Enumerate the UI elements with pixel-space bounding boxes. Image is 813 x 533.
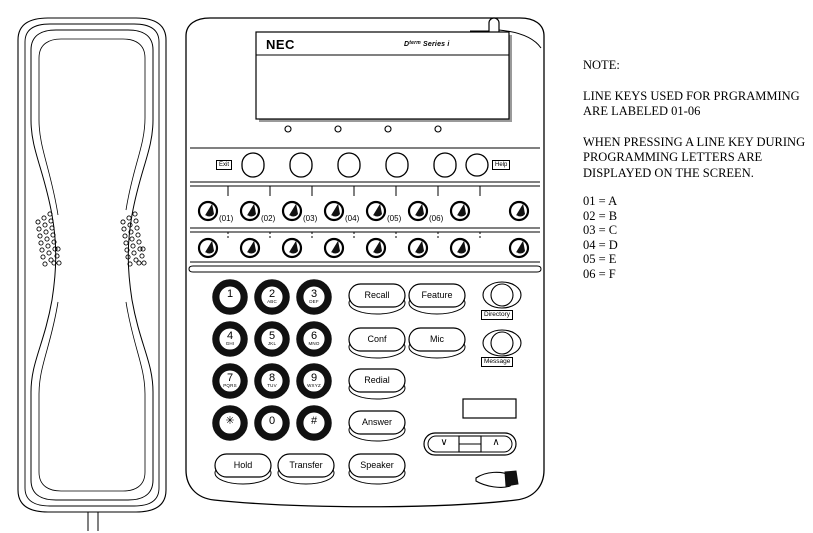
- key-label-recall[interactable]: Recall: [349, 291, 405, 300]
- key-label-transfer[interactable]: Transfer: [278, 461, 334, 470]
- dialpad-letters-3: DEF: [309, 299, 319, 304]
- key-label-speaker[interactable]: Speaker: [349, 461, 405, 470]
- dialpad-key-6[interactable]: 6 MNO: [303, 331, 325, 347]
- softkey-6: [465, 153, 489, 177]
- blank-label-strip: [462, 398, 517, 419]
- note-p1-line-1: LINE KEYS USED FOR PRGRAMMING: [583, 88, 800, 103]
- key-label-conf[interactable]: Conf: [349, 335, 405, 344]
- dialpad-letters-6: MNO: [308, 341, 320, 346]
- dialpad-key-hash[interactable]: #: [303, 416, 325, 427]
- help-key-tag[interactable]: Help: [492, 160, 511, 170]
- note-mapping-06: 06 = F: [583, 266, 616, 281]
- volume-up-icon[interactable]: ∧: [484, 438, 508, 448]
- dialpad-letters-4: GHI: [225, 341, 235, 346]
- dialpad-digit-hash: #: [310, 415, 318, 427]
- dialpad-digit-1: 1: [226, 288, 234, 300]
- dialpad-letters-8: TUV: [267, 383, 277, 388]
- note-mapping-01: 01 = A: [583, 194, 618, 208]
- key-label-answer[interactable]: Answer: [349, 418, 405, 427]
- note-mapping-04: 04 = D: [583, 237, 618, 252]
- dialpad-key-4[interactable]: 4 GHI: [219, 331, 241, 347]
- model-name-label: Dterm Series i: [404, 40, 450, 49]
- handset-receiver: [17, 17, 167, 531]
- line-key-label-04: (04): [345, 214, 360, 223]
- dialpad-key-8[interactable]: 8 TUV: [261, 373, 283, 389]
- line-key-label-01: (01): [219, 214, 234, 223]
- key-label-feature[interactable]: Feature: [409, 291, 465, 300]
- key-label-hold[interactable]: Hold: [215, 461, 271, 470]
- brand-nec-logo: NEC: [266, 37, 295, 52]
- softkey-5: [433, 152, 457, 178]
- note-mapping-03: 03 = C: [583, 223, 618, 237]
- model-suffix: Series i: [420, 41, 450, 48]
- dialpad-key-2[interactable]: 2 ABC: [261, 289, 283, 305]
- dialpad-letters-7: PQRS: [223, 383, 237, 388]
- dialpad-letters-2: ABC: [267, 299, 277, 304]
- note-p2-line-1: WHEN PRESSING A LINE KEY DURING: [583, 134, 806, 149]
- softkey-3: [337, 152, 361, 178]
- dialpad-key-1[interactable]: 1: [219, 289, 241, 300]
- note-p2-line-3: DISPLAYED ON THE SCREEN.: [583, 165, 754, 180]
- note-mapping-02: 02 = B: [583, 208, 618, 223]
- line-key-label-03: (03): [303, 214, 318, 223]
- volume-down-icon[interactable]: ∨: [432, 438, 456, 448]
- dialpad-key-5[interactable]: 5 JKL: [261, 331, 283, 347]
- note-p1-line-2: ARE LABELED 01-06: [583, 104, 701, 118]
- model-superscript: term: [409, 40, 421, 46]
- line-key-label-05: (05): [387, 214, 402, 223]
- softkey-4: [385, 152, 409, 178]
- dialpad-key-7[interactable]: 7 PQRS: [219, 373, 241, 389]
- softkey-1: [241, 152, 265, 178]
- key-label-mic[interactable]: Mic: [409, 335, 465, 344]
- dialpad-digit-0: 0: [268, 415, 276, 427]
- note-p2-line-2: PROGRAMMING LETTERS ARE: [583, 150, 763, 164]
- exit-key-tag[interactable]: Exit: [216, 160, 233, 170]
- note-mapping-05: 05 = E: [583, 252, 617, 266]
- note-panel: NOTE: LINE KEYS USED FOR PRGRAMMING ARE …: [583, 58, 808, 281]
- dialpad-key-star[interactable]: ✳: [219, 416, 241, 427]
- key-label-redial[interactable]: Redial: [349, 376, 405, 385]
- dialpad-key-3[interactable]: 3 DEF: [303, 289, 325, 305]
- dialpad-key-0[interactable]: 0: [261, 416, 283, 427]
- dialpad-key-9[interactable]: 9 WXYZ: [303, 373, 325, 389]
- directory-button-label[interactable]: Directory: [481, 310, 514, 321]
- dialpad-letters-5: JKL: [267, 341, 277, 346]
- line-key-label-02: (02): [261, 214, 276, 223]
- softkey-2: [289, 152, 313, 178]
- line-key-label-06: (06): [429, 214, 444, 223]
- note-heading: NOTE:: [583, 58, 620, 72]
- dialpad-letters-9: WXYZ: [307, 383, 321, 388]
- dialpad-digit-star: ✳: [225, 415, 235, 427]
- message-button-label[interactable]: Message: [481, 357, 514, 368]
